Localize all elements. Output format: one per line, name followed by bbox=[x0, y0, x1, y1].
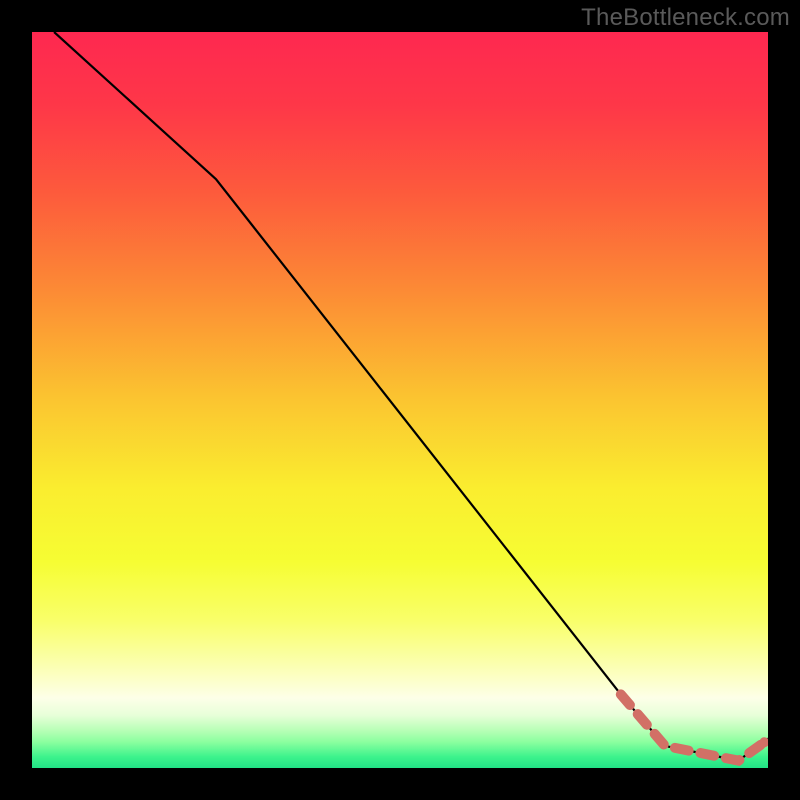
watermark-text: TheBottleneck.com bbox=[581, 4, 790, 32]
chart-svg bbox=[32, 32, 768, 768]
gradient-background bbox=[32, 32, 768, 768]
chart-frame: TheBottleneck.com bbox=[0, 0, 800, 800]
chart-plot-area bbox=[32, 32, 768, 768]
